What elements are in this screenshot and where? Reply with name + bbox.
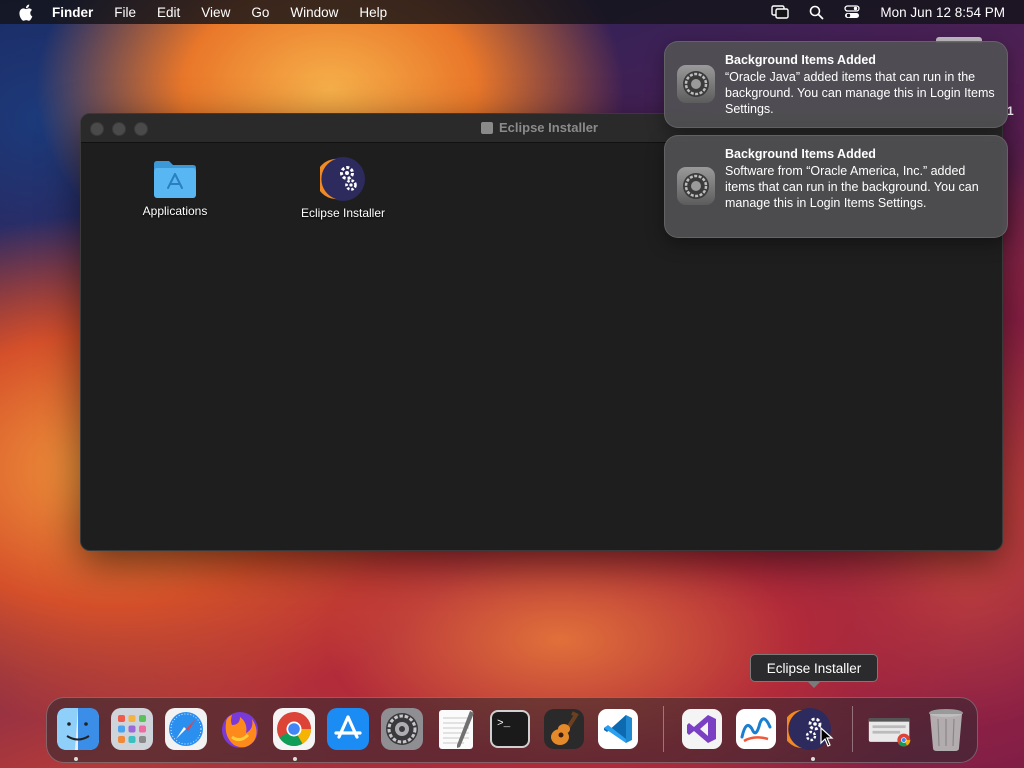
dock-textedit[interactable] — [433, 706, 479, 752]
menu-help[interactable]: Help — [359, 5, 387, 20]
dock-firefox[interactable] — [217, 706, 263, 752]
running-indicator — [293, 757, 297, 761]
notification-title: Background Items Added — [725, 53, 876, 67]
menu-go[interactable]: Go — [251, 5, 269, 20]
dock-chrome[interactable] — [271, 706, 317, 752]
app-store-icon — [327, 708, 369, 750]
dock-trash[interactable] — [923, 706, 969, 752]
dock-separator — [852, 706, 853, 752]
menu-clock[interactable]: Mon Jun 12 8:54 PM — [880, 5, 1005, 20]
system-settings-icon — [677, 65, 715, 103]
dock-vscode[interactable] — [595, 706, 641, 752]
applications-item[interactable]: Applications — [115, 158, 235, 218]
applications-label: Applications — [142, 204, 208, 218]
menu-extras: Mon Jun 12 8:54 PM — [771, 0, 1024, 24]
window-title: Eclipse Installer — [481, 120, 598, 135]
dock: >_ — [46, 697, 978, 763]
firefox-icon — [222, 712, 258, 748]
running-indicator — [811, 757, 815, 761]
running-indicator — [74, 757, 78, 761]
window-controls — [90, 122, 148, 136]
notification-body: Software from “Oracle America, Inc.” add… — [725, 164, 979, 210]
eclipse-installer-label: Eclipse Installer — [300, 206, 386, 220]
menu-view[interactable]: View — [201, 5, 230, 20]
menu-window[interactable]: Window — [290, 5, 338, 20]
freeform-icon — [736, 709, 776, 749]
dock-system-settings[interactable] — [379, 706, 425, 752]
notification-oracle-java[interactable]: Background Items Added “Oracle Java” add… — [664, 41, 1008, 128]
textedit-icon — [439, 710, 474, 749]
menu-edit[interactable]: Edit — [157, 5, 180, 20]
launchpad-icon — [111, 708, 153, 750]
dock-safari[interactable] — [163, 706, 209, 752]
dock-freeform[interactable] — [733, 706, 779, 752]
close-button[interactable] — [90, 122, 104, 136]
minimize-button[interactable] — [112, 122, 126, 136]
eclipse-installer-icon — [316, 156, 366, 202]
control-center-icon[interactable] — [844, 5, 861, 19]
notification-body: “Oracle Java” added items that can run i… — [725, 70, 995, 116]
dock-tooltip: Eclipse Installer — [750, 654, 878, 688]
menu-bar: Finder File Edit View Go Window Help Mon… — [0, 0, 1024, 24]
applications-folder-icon — [152, 158, 198, 200]
garageband-icon — [544, 709, 584, 749]
dock-separator — [663, 706, 664, 752]
finder-icon — [57, 708, 99, 750]
dock-terminal[interactable]: >_ — [487, 706, 533, 752]
disk-image-icon — [481, 121, 493, 134]
system-settings-icon — [677, 167, 715, 205]
menu-file[interactable]: File — [114, 5, 136, 20]
screen-mirroring-icon[interactable] — [771, 5, 790, 19]
visual-studio-icon — [682, 709, 722, 749]
eclipse-installer-item[interactable]: Eclipse Installer — [283, 156, 403, 220]
svg-text:>_: >_ — [497, 718, 511, 730]
apple-icon[interactable] — [18, 3, 36, 21]
dock-finder[interactable] — [55, 706, 101, 752]
safari-icon — [165, 708, 207, 750]
dock-visual-studio[interactable] — [679, 706, 725, 752]
stray-text: 1 — [1007, 104, 1014, 118]
search-icon[interactable] — [809, 5, 824, 20]
zoom-button[interactable] — [134, 122, 148, 136]
dock-garageband[interactable] — [541, 706, 587, 752]
terminal-icon: >_ — [490, 710, 530, 748]
downloads-stack-icon — [868, 717, 911, 747]
trash-icon — [929, 709, 963, 751]
mouse-cursor-icon — [820, 727, 834, 747]
dock-downloads[interactable] — [867, 706, 913, 752]
menu-app-name[interactable]: Finder — [52, 5, 93, 20]
dock-app-store[interactable] — [325, 706, 371, 752]
system-settings-icon — [381, 708, 423, 750]
dock-launchpad[interactable] — [109, 706, 155, 752]
vscode-icon — [598, 709, 638, 749]
notification-oracle-america[interactable]: Background Items Added Software from “Or… — [664, 135, 1008, 238]
chrome-icon — [273, 708, 315, 750]
notification-title: Background Items Added — [725, 147, 876, 161]
window-title-text: Eclipse Installer — [499, 120, 598, 135]
